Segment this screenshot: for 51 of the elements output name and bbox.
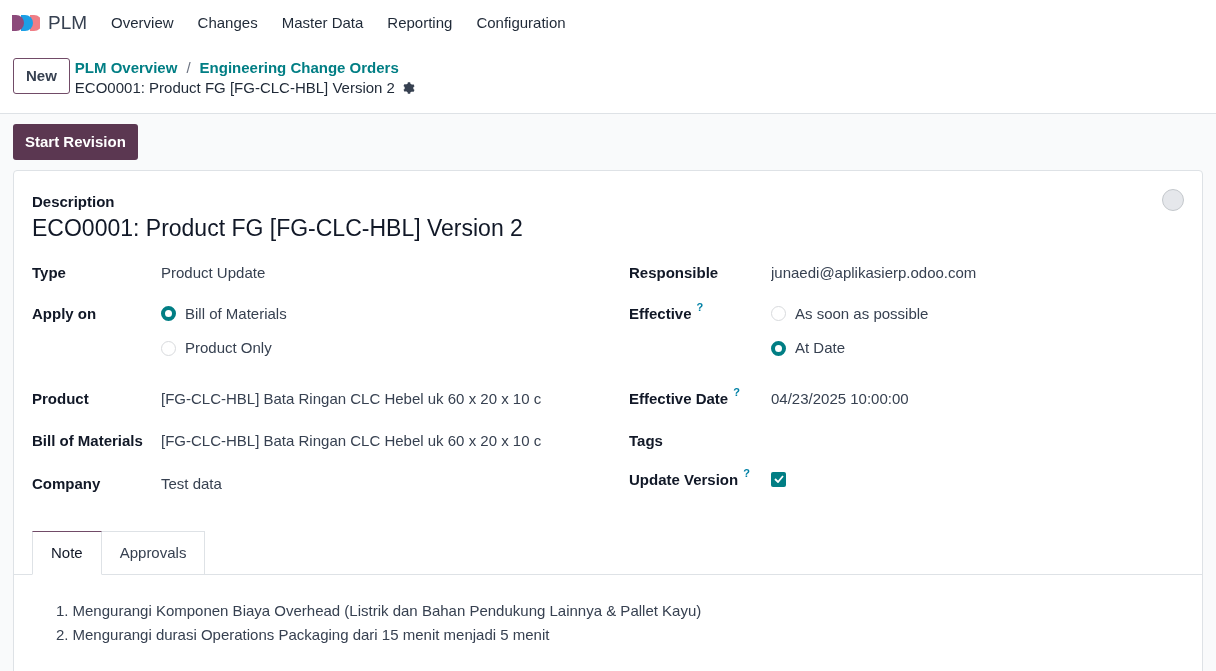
field-label: Company xyxy=(32,473,101,494)
field-label: Responsible xyxy=(629,263,719,283)
help-tooltip[interactable]: ? xyxy=(733,385,740,398)
field-label: Effective Date xyxy=(629,388,729,409)
field-label: Update Version xyxy=(629,469,739,490)
menu-item[interactable]: Configuration xyxy=(464,0,578,46)
start-revision-button[interactable]: Start Revision xyxy=(13,124,138,160)
field-value: 04/23/2025 10:00:00 xyxy=(771,389,909,407)
radio-unselected[interactable] xyxy=(161,340,176,356)
field-label: Type xyxy=(32,263,66,283)
record-title: ECO0001: Product FG [FG-CLC-HBL] Version 2 xyxy=(74,78,395,98)
field-value: [FG-CLC-HBL] Bata Ringan CLC Hebel uk 60 x 20 x 10 c xyxy=(161,389,542,407)
field-label: Bill of Materials xyxy=(32,431,143,451)
tab[interactable]: Note xyxy=(32,531,102,575)
list-number: 2. xyxy=(56,625,69,645)
radio-label[interactable]: As soon as possible xyxy=(795,302,929,325)
radio-label[interactable]: At Date xyxy=(795,337,846,360)
note-text: Mengurangi Komponen Biaya Overhead (Listrik dan Bahan Pendukung Lainnya & Pallet Kayu) xyxy=(72,601,702,621)
field-value: Product Update xyxy=(161,264,266,281)
field-label: Description xyxy=(32,192,115,212)
description-field[interactable]: ECO0001: Product FG [FG-CLC-HBL] Version 2 xyxy=(32,212,1184,244)
app-logo-icon[interactable] xyxy=(10,13,40,33)
field-value: Test data xyxy=(161,474,222,492)
menu-item[interactable]: Reporting xyxy=(375,0,465,46)
tab[interactable]: Approvals xyxy=(101,531,206,575)
radio-label[interactable]: Product Only xyxy=(185,337,272,360)
list-number: 1. xyxy=(56,601,69,621)
help-tooltip[interactable]: ? xyxy=(743,466,750,479)
field-label: Product xyxy=(32,388,89,409)
new-button[interactable]: New xyxy=(13,58,70,94)
check-icon xyxy=(773,475,784,483)
radio-unselected[interactable] xyxy=(771,306,786,322)
menu-item[interactable]: Overview xyxy=(99,0,186,46)
field-label: Effective xyxy=(629,303,692,324)
radio-label[interactable]: Bill of Materials xyxy=(185,302,287,325)
field-value: [FG-CLC-HBL] Bata Ringan CLC Hebel uk 60 x 20 x 10 c xyxy=(161,432,542,449)
help-tooltip[interactable]: ? xyxy=(696,300,704,313)
note-text: Mengurangi durasi Operations Packaging dari 15 menit menjadi 5 menit xyxy=(72,625,550,645)
breadcrumb-link[interactable]: Engineering Change Orders xyxy=(199,58,399,78)
field-label: Apply on xyxy=(32,303,97,324)
radio-selected[interactable] xyxy=(161,306,176,322)
breadcrumb-link[interactable]: PLM Overview xyxy=(74,58,178,78)
breadcrumb-separator: / xyxy=(186,58,191,78)
settings-icon[interactable] xyxy=(401,81,416,95)
menu-item[interactable]: Changes xyxy=(185,0,270,46)
field-label: Tags xyxy=(629,431,663,451)
checkbox-checked[interactable] xyxy=(771,471,786,487)
menu-item[interactable]: Master Data xyxy=(269,0,376,46)
field-value: junaedi@aplikasierp.odoo.com xyxy=(771,264,977,281)
radio-selected[interactable] xyxy=(771,340,786,356)
app-name[interactable]: PLM xyxy=(48,8,88,38)
